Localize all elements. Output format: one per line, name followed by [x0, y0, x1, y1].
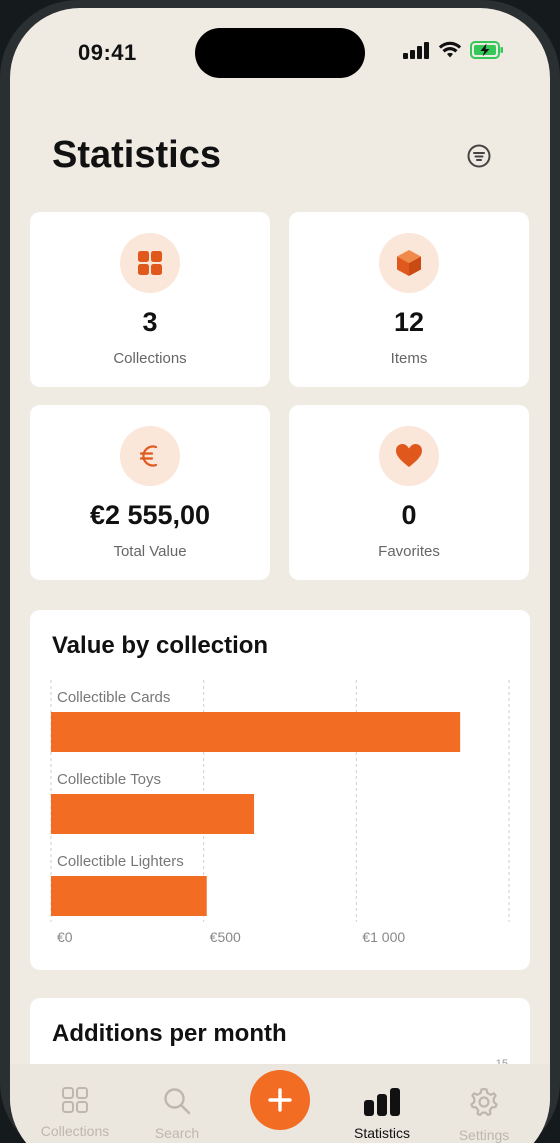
stat-value: 12	[393, 307, 425, 337]
bar-chart-icon	[364, 1088, 400, 1116]
value-by-collection-chart: Collectible Cards Collectible Toys Collect…	[50, 680, 510, 945]
heart-icon	[396, 444, 422, 467]
euro-icon	[139, 445, 158, 467]
stat-label: Favorites	[378, 543, 440, 560]
grid-outline-icon	[62, 1087, 88, 1113]
stat-label: Collections	[113, 350, 187, 367]
tab-search[interactable]: Search	[127, 1086, 227, 1141]
chart-title: Value by collection	[52, 632, 269, 659]
tab-statistics[interactable]: Statistics	[332, 1088, 432, 1141]
tab-label: Statistics	[353, 1125, 410, 1141]
x-tick-label: €1 000	[362, 929, 405, 945]
value-by-collection-card: Collectible Cards Collectible Toys Collect…	[30, 610, 530, 970]
status-icons	[403, 41, 504, 59]
plus-icon	[268, 1088, 292, 1112]
cube-icon	[397, 250, 421, 276]
bar-category-label: Collectible Lighters	[57, 853, 184, 870]
gear-icon	[470, 1087, 498, 1117]
grid-icon	[138, 251, 162, 275]
stat-value: €2 555,00	[89, 500, 211, 530]
page-title: Statistics	[52, 134, 221, 176]
signal-icon	[403, 41, 429, 59]
stat-card-collections: 3 Collections	[30, 212, 270, 387]
bar[interactable]	[51, 794, 255, 834]
x-tick-label: €0	[57, 929, 73, 945]
stat-label: Total Value	[113, 543, 187, 560]
bar-category-label: Collectible Cards	[57, 689, 170, 706]
tab-label: Search	[154, 1125, 200, 1141]
filter-icon[interactable]	[466, 143, 492, 169]
tab-settings[interactable]: Settings	[434, 1086, 534, 1143]
tab-label: Collections	[40, 1123, 110, 1139]
bar[interactable]	[51, 876, 207, 916]
stat-card-favorites: 0 Favorites	[289, 405, 529, 580]
stat-value: 3	[142, 307, 158, 337]
battery-charging-icon	[470, 41, 503, 59]
tab-bar: Collections Search Statistics Settings	[10, 1064, 550, 1143]
bar-category-label: Collectible Toys	[57, 771, 161, 788]
x-tick-label: €500	[210, 929, 241, 945]
stat-label: Items	[390, 350, 428, 367]
stat-card-items: 12 Items	[289, 212, 529, 387]
stat-card-total-value: €2 555,00 Total Value	[30, 405, 270, 580]
tab-collections[interactable]: Collections	[25, 1086, 125, 1139]
tab-label: Settings	[458, 1127, 510, 1143]
app-screen: 09:41 Statistics 3 Collections 12 Items …	[10, 8, 550, 1143]
add-item-button[interactable]	[250, 1070, 310, 1130]
additions-title: Additions per month	[52, 1020, 287, 1047]
wifi-icon	[438, 41, 462, 58]
status-time: 09:41	[78, 40, 137, 65]
dynamic-island	[195, 28, 365, 78]
stat-value: 0	[401, 500, 417, 530]
search-icon	[164, 1088, 191, 1115]
bar[interactable]	[51, 712, 461, 752]
